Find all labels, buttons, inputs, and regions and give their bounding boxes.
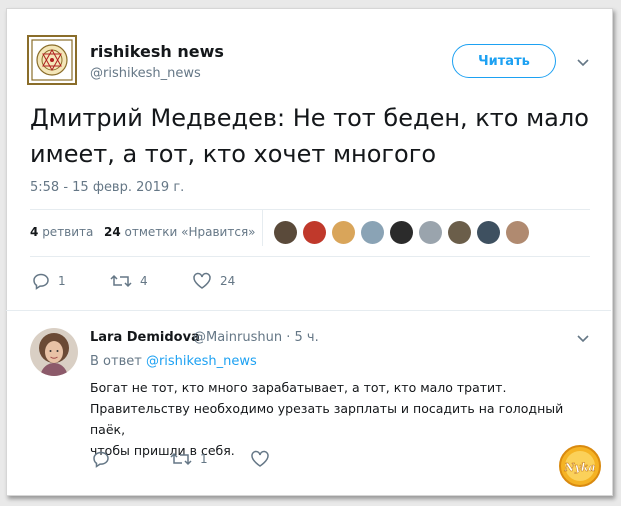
liker-avatar[interactable] xyxy=(477,221,500,244)
chevron-down-icon[interactable] xyxy=(576,334,590,344)
author-name[interactable]: rishikesh news xyxy=(90,42,224,61)
like-action[interactable]: 24 xyxy=(192,272,235,290)
watermark-text: Nyka xyxy=(563,461,595,474)
follow-button[interactable]: Читать xyxy=(452,44,556,78)
reply-icon xyxy=(33,273,49,290)
divider xyxy=(30,209,590,210)
reply-action[interactable]: 1 xyxy=(32,272,66,290)
retweet-icon xyxy=(110,274,132,288)
reply-count: 1 xyxy=(58,274,66,288)
reply-author-name[interactable]: Lara Demidova xyxy=(90,330,200,345)
liker-avatar[interactable] xyxy=(274,221,297,244)
likes-count: 24 xyxy=(104,225,121,239)
reply-retweet-count: 1 xyxy=(200,452,208,466)
reply-retweet-action[interactable]: 1 xyxy=(170,450,208,468)
reply-like-action[interactable] xyxy=(250,450,278,468)
retweet-icon xyxy=(170,452,192,466)
likes-label: отметки «Нравится» xyxy=(124,225,256,239)
heart-icon xyxy=(251,450,269,467)
like-count: 24 xyxy=(220,274,236,288)
stats-separator xyxy=(262,210,263,246)
reply-reply-action[interactable] xyxy=(92,450,118,468)
reply-text-line: Правительству необходимо урезать зарплат… xyxy=(90,401,564,437)
reply-icon xyxy=(93,451,109,468)
author-handle[interactable]: @rishikesh_news xyxy=(90,66,201,81)
reply-text: Богат не тот, кто много зарабатывает, а … xyxy=(90,377,570,461)
heart-icon xyxy=(193,272,211,289)
retweet-action[interactable]: 4 xyxy=(110,272,148,290)
retweets-label: ретвита xyxy=(42,225,94,239)
liker-avatar[interactable] xyxy=(361,221,384,244)
chevron-down-icon[interactable] xyxy=(576,58,590,68)
divider xyxy=(6,310,611,311)
liker-avatar[interactable] xyxy=(332,221,355,244)
likes-stat[interactable]: 24 отметки «Нравится» xyxy=(104,225,256,239)
reply-text-line: Богат не тот, кто много зарабатывает, а … xyxy=(90,380,507,395)
watermark-logo: Nyka xyxy=(559,445,601,487)
reply-to-prefix: В ответ xyxy=(90,354,142,369)
liker-avatar[interactable] xyxy=(303,221,326,244)
liker-avatar[interactable] xyxy=(419,221,442,244)
reply-author-avatar[interactable] xyxy=(30,328,78,376)
author-avatar[interactable] xyxy=(26,34,78,86)
retweet-count: 4 xyxy=(140,274,148,288)
liker-avatar[interactable] xyxy=(390,221,413,244)
reply-to-line: В ответ @rishikesh_news xyxy=(90,354,257,369)
retweets-stat[interactable]: 4 ретвита xyxy=(30,225,93,239)
reply-author-handle[interactable]: @Mainrushun · 5 ч. xyxy=(193,330,319,345)
reply-text-line: чтобы пришли в себя. xyxy=(90,443,235,458)
tweet-text: Дмитрий Медведев: Не тот беден, кто мало… xyxy=(30,104,589,168)
liker-avatar[interactable] xyxy=(448,221,471,244)
tweet-timestamp[interactable]: 5:58 - 15 февр. 2019 г. xyxy=(30,180,184,195)
retweets-count: 4 xyxy=(30,225,39,239)
divider xyxy=(30,256,590,257)
reply-to-link[interactable]: @rishikesh_news xyxy=(146,354,257,369)
liker-avatar[interactable] xyxy=(506,221,529,244)
